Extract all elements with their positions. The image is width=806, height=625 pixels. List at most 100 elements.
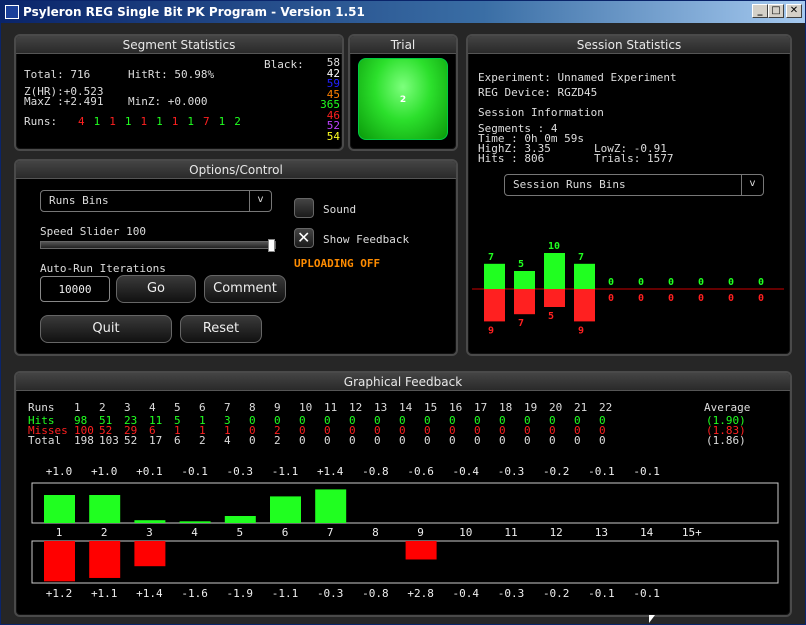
- bin-label-11: 12: [550, 526, 563, 539]
- bottom-z-label-1: +1.1: [91, 587, 118, 600]
- color-count-7: 54: [326, 129, 340, 143]
- totals-cell-0: 198: [74, 434, 94, 447]
- black-label: Black:: [264, 58, 304, 71]
- runs-sequence: 41111111712: [78, 115, 250, 128]
- totals-cell-17: 0: [499, 434, 506, 447]
- miss-bar-0: [44, 541, 75, 582]
- segment-statistics-panel: Segment Statistics Black: Total: 716 Hit…: [14, 34, 344, 151]
- trial-indicator: 2: [358, 58, 448, 140]
- runs-row-label: Runs: [28, 401, 55, 414]
- miss-bar-1: [89, 541, 121, 578]
- run-length-6: 1: [171, 115, 179, 128]
- runs-bins-dropdown[interactable]: Runs Bins v: [40, 190, 272, 212]
- speed-slider-label: Speed Slider 100: [40, 225, 146, 238]
- comment-button[interactable]: Comment: [204, 275, 286, 303]
- session-miss-bar-0: [484, 289, 505, 322]
- runs-cell-15: 16: [449, 401, 463, 414]
- max-z: MaxZ :+2.491: [24, 95, 104, 108]
- bottom-z-label-9: -0.4: [453, 587, 480, 600]
- bottom-z-label-10: -0.3: [498, 587, 525, 600]
- title-bar: Psyleron REG Single Bit PK Program - Ver…: [1, 1, 805, 23]
- runs-cell-7: 8: [249, 401, 256, 414]
- hit-bar-6: [315, 489, 347, 523]
- totals-cell-2: 52: [124, 434, 138, 447]
- totals-cell-21: 0: [599, 434, 606, 447]
- totals-cell-19: 0: [549, 434, 556, 447]
- bin-label-13: 14: [640, 526, 654, 539]
- slider-thumb[interactable]: [268, 239, 275, 252]
- totals-cell-12: 0: [374, 434, 381, 447]
- session-miss-bar-3: [574, 289, 595, 322]
- session-hit-bar-2: [544, 253, 565, 289]
- top-z-label-4: -0.3: [227, 465, 254, 478]
- runs-cell-4: 5: [174, 401, 181, 414]
- session-hit-bar-3: [574, 263, 595, 289]
- trial-value: 2: [399, 95, 407, 105]
- session-miss-label-9: 0: [758, 293, 764, 304]
- session-hit-label-9: 0: [758, 277, 764, 288]
- totals-cell-10: 0: [324, 434, 331, 447]
- runs-cell-11: 12: [349, 401, 363, 414]
- session-hits: Hits : 806: [478, 152, 545, 165]
- app-icon: [5, 5, 19, 19]
- trial-panel: Trial 2: [348, 34, 458, 151]
- session-hit-label-2: 10: [548, 241, 560, 252]
- top-z-label-9: -0.4: [453, 465, 480, 478]
- go-button[interactable]: Go: [116, 275, 196, 303]
- upper-frame: [31, 482, 779, 524]
- run-length-1: 1: [93, 115, 101, 128]
- totals-cell-20: 0: [574, 434, 581, 447]
- minimize-icon[interactable]: _: [752, 4, 768, 18]
- runs-cell-21: 22: [599, 401, 613, 414]
- run-length-5: 1: [156, 115, 163, 128]
- uploading-status: UPLOADING OFF: [294, 257, 381, 270]
- bottom-z-label-7: -0.8: [362, 587, 389, 600]
- total-row-label: Total: [28, 434, 62, 447]
- sound-checkbox[interactable]: [294, 198, 314, 218]
- client-area: Segment Statistics Black: Total: 716 Hit…: [1, 23, 805, 624]
- bin-label-8: 9: [417, 526, 424, 539]
- session-hit-label-0: 7: [488, 252, 494, 263]
- bottom-z-label-4: -1.9: [227, 587, 254, 600]
- show-feedback-checkbox[interactable]: ✕: [294, 228, 314, 248]
- session-bins-dropdown[interactable]: Session Runs Bins v: [504, 174, 764, 196]
- close-icon[interactable]: ✕: [786, 4, 802, 18]
- reset-button[interactable]: Reset: [180, 315, 262, 343]
- average-total: (1.86): [706, 434, 746, 447]
- bin-label-10: 11: [504, 526, 517, 539]
- top-z-label-13: -0.1: [633, 465, 660, 478]
- totals-cell-14: 0: [424, 434, 431, 447]
- hit-bar-3: [179, 521, 211, 523]
- session-hit-label-3: 7: [578, 252, 584, 263]
- bin-label-5: 6: [282, 526, 289, 539]
- maximize-icon[interactable]: □: [768, 4, 784, 18]
- speed-slider[interactable]: [40, 239, 276, 252]
- graphical-feedback-panel: Graphical Feedback Runs Hits Misses Tota…: [14, 371, 792, 617]
- run-length-10: 2: [234, 115, 241, 128]
- runs-cell-16: 17: [474, 401, 488, 414]
- bottom-z-label-2: +1.4: [136, 587, 163, 600]
- top-z-label-1: +1.0: [91, 465, 118, 478]
- hit-bar-2: [134, 520, 166, 523]
- quit-button[interactable]: Quit: [40, 315, 172, 343]
- session-hit-label-4: 0: [608, 277, 614, 288]
- bottom-z-label-8: +2.8: [407, 587, 434, 600]
- runs-cell-2: 3: [124, 401, 131, 414]
- dropdown-value: Runs Bins: [49, 194, 109, 207]
- totals-cell-15: 0: [449, 434, 456, 447]
- top-z-label-10: -0.3: [498, 465, 525, 478]
- bin-label-4: 5: [236, 526, 243, 539]
- session-miss-label-3: 9: [578, 325, 584, 336]
- top-z-label-8: -0.6: [407, 465, 434, 478]
- iterations-input[interactable]: [40, 276, 110, 302]
- totals-cell-18: 0: [524, 434, 531, 447]
- session-miss-label-4: 0: [608, 293, 614, 304]
- app-window: Psyleron REG Single Bit PK Program - Ver…: [0, 0, 806, 625]
- totals-cell-7: 0: [249, 434, 256, 447]
- top-z-label-7: -0.8: [362, 465, 389, 478]
- total-count: Total: 716: [24, 68, 91, 81]
- panel-title: Trial: [350, 36, 456, 54]
- miss-bar-8: [405, 541, 437, 560]
- totals-cell-3: 17: [149, 434, 163, 447]
- session-runs-bins-chart: 7 5 10 7 0 0 0 0 0 0 9 7 5 9 0 0 0 0 0 0: [472, 241, 784, 336]
